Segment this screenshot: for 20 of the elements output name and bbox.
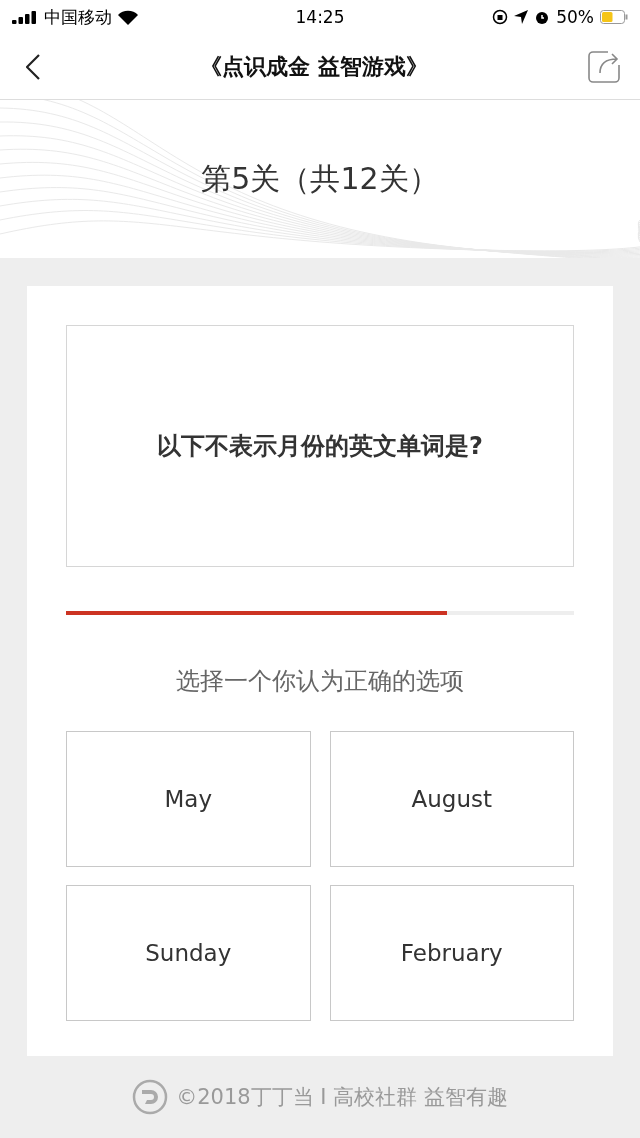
logo-icon xyxy=(132,1079,169,1115)
page-title: 《点识成金 益智游戏》 xyxy=(200,52,428,81)
answer-option[interactable]: February xyxy=(329,885,574,1021)
share-icon[interactable] xyxy=(588,50,620,83)
answer-option[interactable]: August xyxy=(329,731,574,867)
location-icon xyxy=(514,10,529,24)
battery-icon xyxy=(600,10,628,24)
wifi-icon xyxy=(118,9,138,25)
signal-icon xyxy=(12,10,38,24)
answer-option[interactable]: May xyxy=(66,731,311,867)
back-icon[interactable] xyxy=(26,53,40,80)
question-text: 以下不表示月份的英文单词是? xyxy=(66,325,574,567)
status-time: 14:25 xyxy=(295,7,345,27)
battery-percent: 50% xyxy=(556,7,594,27)
answer-option[interactable]: Sunday xyxy=(66,885,311,1021)
level-title: 第5关（共12关） xyxy=(201,159,439,198)
instruction-text: 选择一个你认为正确的选项 xyxy=(175,666,465,697)
footer-text: ©2018丁丁当 I 高校社群 益智有趣 xyxy=(176,1084,508,1111)
alarm-icon xyxy=(534,9,551,25)
carrier-name: 中国移动 xyxy=(44,5,112,29)
